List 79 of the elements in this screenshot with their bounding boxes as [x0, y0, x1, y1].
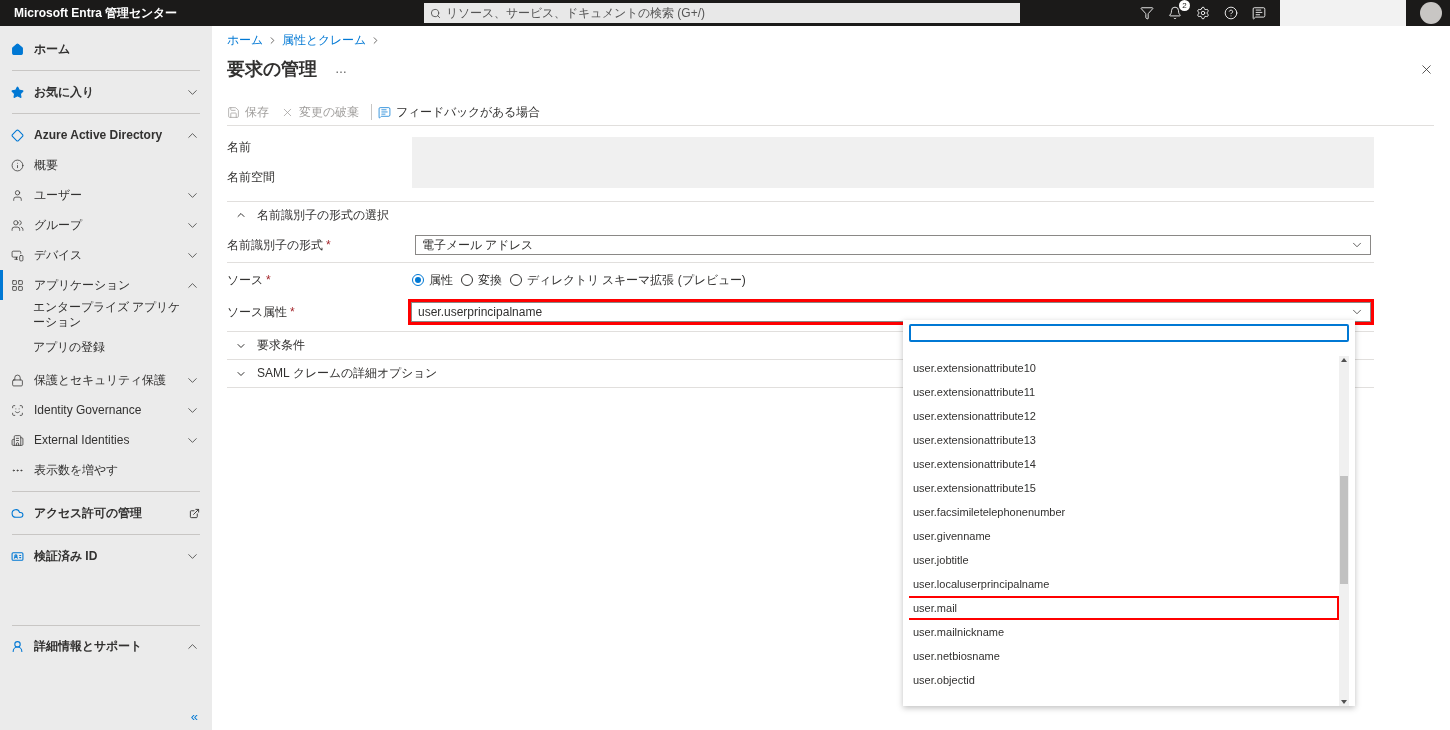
- dropdown-option[interactable]: user.jobtitle: [909, 548, 1339, 572]
- scrollbar-drawing[interactable]: [1339, 356, 1349, 706]
- breadcrumb-link[interactable]: 属性とクレーム: [282, 32, 366, 49]
- id-badge-icon: [11, 403, 24, 417]
- support-person-icon: [11, 640, 24, 653]
- person-icon: [11, 188, 24, 202]
- dropdown-option[interactable]: user.extensionattribute12: [909, 404, 1339, 428]
- external-link-icon: [189, 507, 200, 519]
- sidebar-item[interactable]: 表示数を増やす: [0, 455, 212, 485]
- filter-input[interactable]: [909, 324, 1349, 342]
- dropdown-option[interactable]: user.givenname: [909, 524, 1339, 548]
- star-icon: [11, 85, 24, 99]
- feedback-icon[interactable]: [1252, 6, 1266, 20]
- radio-option[interactable]: ディレクトリ スキーマ拡張 (プレビュー): [510, 271, 746, 289]
- devices-icon: [11, 248, 24, 262]
- sidebar-subitem[interactable]: アプリの登録: [0, 340, 212, 359]
- bell-icon[interactable]: [1168, 6, 1182, 20]
- sidebar-item[interactable]: Azure Active Directory: [0, 120, 212, 150]
- avatar[interactable]: [1420, 2, 1442, 24]
- dropdown-option[interactable]: user.netbiosname: [909, 644, 1339, 668]
- sidebar-item[interactable]: アプリケーション: [0, 270, 212, 300]
- dropdown-option[interactable]: user.extensionattribute14: [909, 452, 1339, 476]
- dropdown-option[interactable]: user.extensionattribute11: [909, 380, 1339, 404]
- id-card-icon: [11, 549, 24, 563]
- field-label: ソース属性 *: [227, 303, 296, 321]
- radio-option[interactable]: 変換: [461, 271, 502, 289]
- section-toggle[interactable]: SAML クレームの詳細オプション: [227, 360, 437, 387]
- field-label: 名前識別子の形式 *: [227, 236, 332, 254]
- dropdown-option[interactable]: user.extensionattribute10: [909, 356, 1339, 380]
- sidebar-item[interactable]: 検証済み ID: [0, 541, 212, 571]
- sidebar-item[interactable]: グループ: [0, 210, 212, 240]
- lock-icon: [11, 373, 24, 387]
- cloud-icon: [11, 506, 24, 520]
- search-field[interactable]: リソース、サービス、ドキュメントの検索 (G+/): [424, 3, 1020, 23]
- feedback-icon: [378, 105, 391, 119]
- dropdown-option[interactable]: user.extensionattribute13: [909, 428, 1339, 452]
- info-icon: [11, 158, 24, 172]
- more-button[interactable]: …: [335, 62, 347, 76]
- field-label: 名前: [227, 139, 252, 156]
- dropdown-option[interactable]: user.facsimiletelephonenumber: [909, 500, 1339, 524]
- sidebar-subitem[interactable]: エンタープライズ アプリケーション: [0, 300, 212, 334]
- search-icon: [430, 7, 441, 19]
- breadcrumb-link[interactable]: ホーム: [227, 32, 263, 49]
- field-label: 名前空間: [227, 169, 276, 186]
- toolbar-button[interactable]: フィードバックがある場合: [378, 103, 546, 121]
- sidebar-item[interactable]: ホーム: [0, 34, 212, 64]
- section-toggle[interactable]: 要求条件: [227, 332, 305, 359]
- filter-icon[interactable]: [1140, 6, 1154, 20]
- page-title: 要求の管理: [227, 58, 317, 81]
- sidebar-item[interactable]: Identity Governance: [0, 395, 212, 425]
- sidebar-item[interactable]: 概要: [0, 150, 212, 180]
- field-label: ソース *: [227, 271, 272, 289]
- settings-icon[interactable]: [1196, 6, 1210, 20]
- sidebar-item[interactable]: ユーザー: [0, 180, 212, 210]
- sidebar-item[interactable]: 詳細情報とサポート: [0, 631, 212, 662]
- search-placeholder: リソース、サービス、ドキュメントの検索 (G+/): [446, 4, 705, 22]
- notification-count: 2: [1179, 0, 1190, 11]
- app-title: Microsoft Entra 管理センター: [14, 4, 179, 22]
- save-icon: [227, 105, 240, 119]
- people-icon: [11, 218, 24, 232]
- sidebar-item[interactable]: アクセス許可の管理: [0, 498, 212, 528]
- sidebar-item[interactable]: デバイス: [0, 240, 212, 270]
- dropdown-option[interactable]: user.extensionattribute15: [909, 476, 1339, 500]
- dropdown-option[interactable]: user.mail: [909, 596, 1339, 620]
- dropdown-option[interactable]: user.localuserprincipalname: [909, 572, 1339, 596]
- sidebar-item[interactable]: 保護とセキュリティ保護: [0, 365, 212, 395]
- sidebar-item[interactable]: お気に入り: [0, 77, 212, 107]
- radio-option[interactable]: 属性: [412, 271, 453, 289]
- grid-icon: [11, 278, 24, 292]
- collapse-sidebar-button[interactable]: «: [190, 709, 198, 724]
- diamond-icon: [11, 128, 24, 142]
- building-icon: [11, 433, 24, 447]
- home-icon: [11, 42, 24, 56]
- format-dropdown[interactable]: 電子メール アドレス: [415, 235, 1371, 255]
- section-toggle[interactable]: 名前識別子の形式の選択: [227, 202, 389, 228]
- help-icon[interactable]: [1224, 6, 1238, 20]
- sidebar-item[interactable]: External Identities: [0, 425, 212, 455]
- dropdown-option[interactable]: user.mailnickname: [909, 620, 1339, 644]
- dropdown-option[interactable]: user.objectid: [909, 668, 1339, 692]
